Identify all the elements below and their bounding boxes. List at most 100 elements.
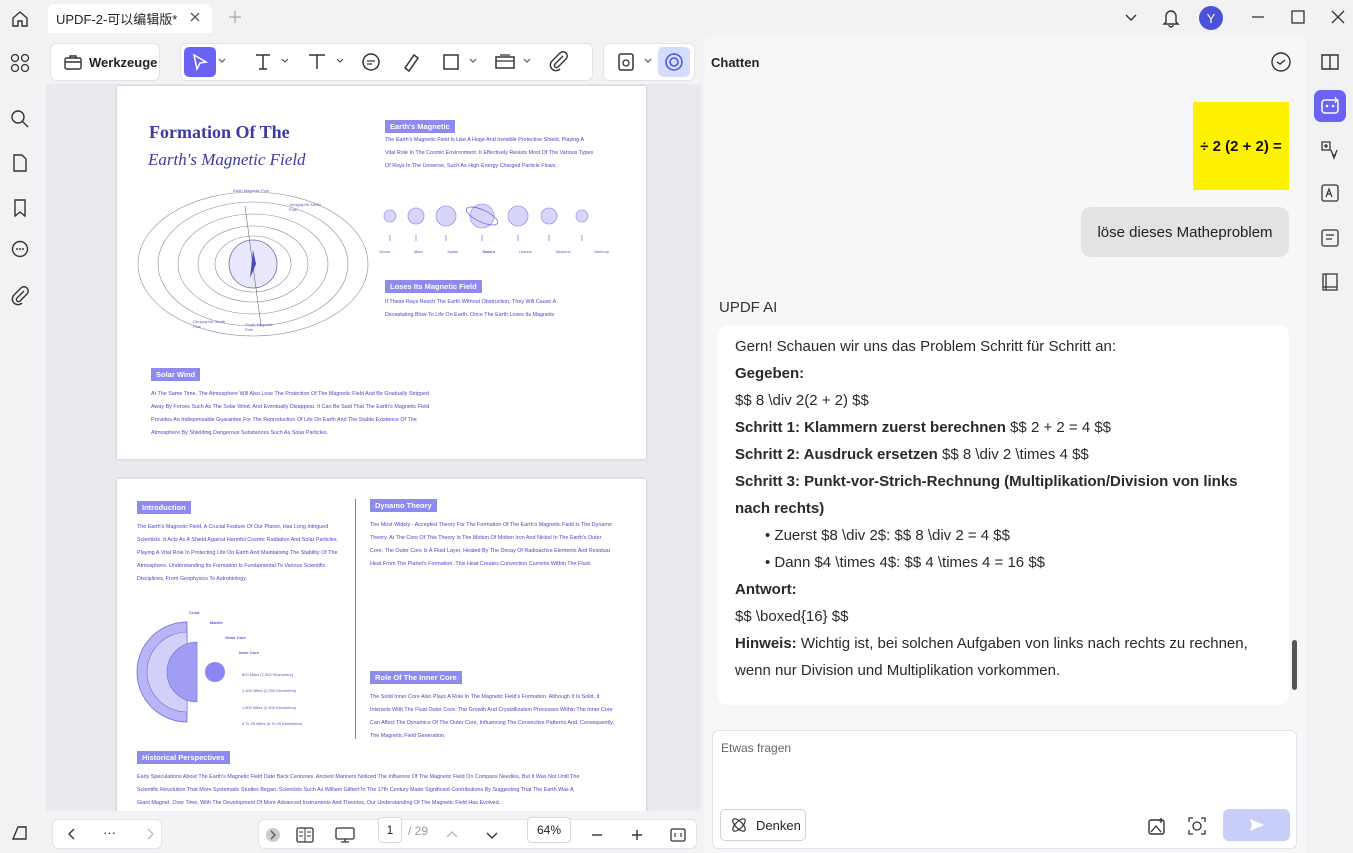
bell-icon[interactable] [1162, 8, 1180, 28]
user-message: löse dieses Matheproblem [1081, 207, 1289, 257]
core-layer-label: Inner Core [239, 650, 260, 655]
stamp-icon[interactable] [493, 50, 517, 74]
planet-name: Neptune [555, 249, 571, 254]
text-box-icon[interactable] [305, 50, 329, 74]
zoom-in-icon[interactable] [629, 827, 645, 843]
zoom-level[interactable]: 64% [527, 817, 571, 843]
image-math-text: ÷ 2 (2 + 2) = [1200, 137, 1282, 155]
document-viewer[interactable]: Formation Of The Earth's Magnetic Field … [46, 84, 701, 811]
page-number-input[interactable]: 1 [378, 817, 402, 843]
section-text: The Earth's Magnetic Field, A Crucial Fe… [137, 524, 339, 582]
denken-button[interactable]: Denken [720, 809, 806, 841]
werkzeuge-label: Werkzeuge [89, 54, 158, 70]
reading-mode-icon[interactable] [295, 826, 315, 844]
image-upload-icon[interactable] [1146, 815, 1168, 837]
ai-assistant-button[interactable] [658, 47, 690, 77]
screenshot-icon[interactable] [1186, 815, 1208, 837]
collapse-icon[interactable] [265, 827, 281, 843]
document-tab[interactable]: UPDF-2-可以编辑版* [48, 4, 212, 33]
close-window-icon[interactable] [1329, 8, 1347, 26]
response-line: $$ \boxed{16} $$ [735, 608, 849, 625]
chevron-down-icon[interactable] [644, 58, 652, 64]
avatar[interactable]: Y [1199, 6, 1223, 30]
note-icon[interactable] [359, 50, 383, 74]
toolbox-icon [63, 52, 83, 72]
zoom-value: 64% [536, 823, 562, 837]
attachment-icon[interactable] [9, 284, 31, 306]
chevron-down-icon[interactable] [485, 828, 499, 842]
section-label: Earth's Magnetic [385, 120, 455, 133]
home-button[interactable] [8, 7, 32, 31]
chevron-down-icon[interactable] [336, 58, 344, 64]
minimize-icon[interactable] [1249, 8, 1267, 26]
chevron-down-icon[interactable] [1122, 8, 1140, 26]
uploaded-image[interactable]: ÷ 2 (2 + 2) = [1193, 102, 1289, 190]
chevron-down-icon[interactable] [218, 58, 226, 64]
chat-panel: Chatten ÷ 2 (2 + 2) = löse dieses Mathep… [705, 37, 1305, 853]
core-depth-label: 800 Miles (1,300 Kilometers) [242, 672, 293, 677]
planet-name: Mercury [594, 249, 609, 254]
section-label: Loses Its Magnetic Field [385, 280, 482, 293]
total-pages: / 29 [408, 824, 429, 838]
chat-input-box[interactable]: Etwas fragen Denken [712, 730, 1297, 849]
chat-scrollbar[interactable] [1292, 640, 1297, 690]
response-line: Wichtig ist, bei solchen Aufgaben von li… [735, 635, 1248, 679]
section-label: Historical Perspectives [137, 751, 230, 764]
bookmark-icon[interactable] [9, 197, 31, 219]
response-heading: Hinweis: [735, 635, 797, 652]
user-message-text: löse dieses Matheproblem [1097, 223, 1273, 241]
ai-bot-icon [1319, 95, 1341, 117]
actual-size-icon[interactable] [669, 826, 687, 844]
close-tab-icon[interactable] [188, 10, 202, 24]
werkzeuge-button[interactable]: Werkzeuge [50, 43, 160, 81]
panel-icon[interactable] [1319, 51, 1341, 73]
new-tab-icon[interactable] [226, 8, 244, 26]
view-controls [258, 819, 697, 849]
page-icon[interactable] [9, 152, 31, 174]
rectangle-icon[interactable] [439, 50, 463, 74]
scan-icon[interactable] [614, 50, 638, 74]
chevron-down-icon[interactable] [469, 58, 477, 64]
thumbnails-icon[interactable] [9, 52, 31, 74]
page-nav-group: ··· [52, 819, 162, 849]
core-depth-label: 1,800 Miles (2,900 Kilometers) [242, 705, 297, 710]
section-text: At The Same Time, The Atmosphere Will Al… [151, 391, 430, 436]
comment-icon[interactable] [9, 239, 31, 261]
bottom-bar: ··· [46, 813, 701, 853]
chevron-down-icon[interactable] [281, 58, 289, 64]
chat-input-placeholder[interactable]: Etwas fragen [721, 741, 791, 755]
ai-response: Gern! Schauen wir uns das Problem Schrit… [718, 325, 1289, 705]
highlighter-icon[interactable] [399, 50, 423, 74]
select-tool-button[interactable] [184, 47, 216, 77]
paperclip-icon[interactable] [547, 50, 571, 74]
response-line: $$ 2 + 2 = 4 $$ [1005, 419, 1112, 436]
search-icon[interactable] [9, 108, 31, 130]
home-icon [11, 10, 29, 28]
planet-name: Saturn [482, 249, 496, 254]
section-text: If These Rays Reach The Earth Without Ob… [385, 299, 556, 318]
ai-chat-tab[interactable] [1314, 90, 1346, 122]
chevron-right-icon[interactable] [143, 827, 157, 841]
zoom-out-icon[interactable] [589, 827, 605, 843]
more-button[interactable]: ··· [103, 825, 116, 840]
history-icon[interactable] [1270, 51, 1292, 73]
diagram-label: Geographic South Pole [193, 319, 226, 329]
text-tool-icon[interactable] [251, 50, 275, 74]
ai-icon [664, 52, 684, 72]
left-sidebar [0, 37, 40, 853]
form-icon[interactable] [1319, 227, 1341, 249]
book-icon[interactable] [1319, 271, 1341, 293]
planets-graphic [383, 203, 589, 241]
ocr-icon[interactable] [1319, 182, 1341, 204]
section-label: Role Of The Inner Core [370, 671, 462, 684]
current-page: 1 [386, 823, 394, 837]
chevron-down-icon[interactable] [523, 58, 531, 64]
presentation-icon[interactable] [334, 826, 356, 844]
chevron-up-icon[interactable] [445, 828, 459, 842]
maximize-icon[interactable] [1289, 8, 1307, 26]
translate-icon[interactable] [1319, 139, 1341, 161]
layers-icon[interactable] [9, 822, 31, 844]
section-label: Solar Wind [151, 368, 201, 381]
chevron-left-icon[interactable] [65, 827, 79, 841]
send-button[interactable] [1223, 809, 1290, 841]
